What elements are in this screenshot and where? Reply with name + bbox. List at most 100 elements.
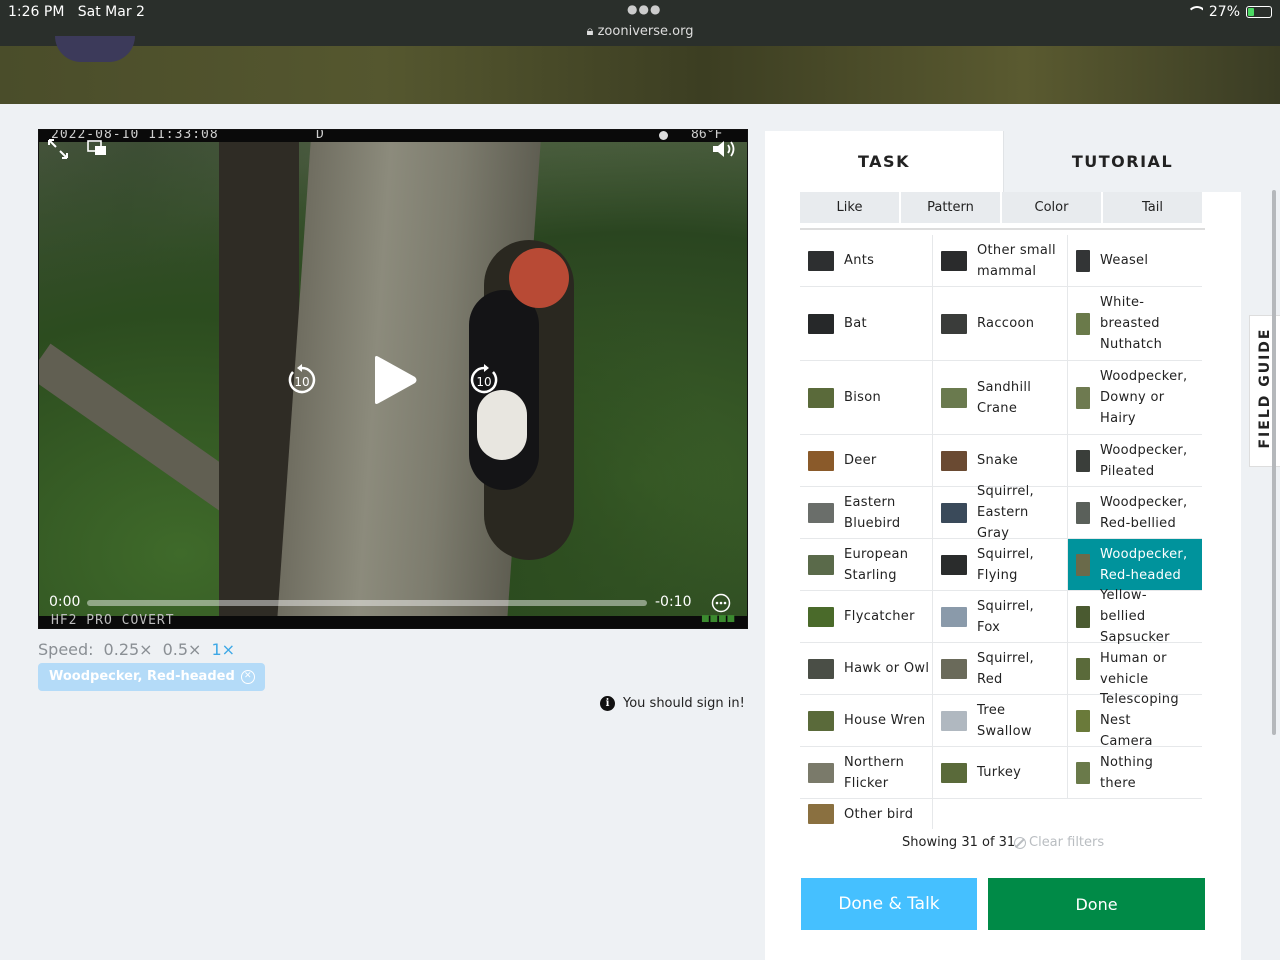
species-choice[interactable]: Turkey <box>933 747 1068 799</box>
tab-menu-dots-icon[interactable]: ●●● <box>627 2 661 16</box>
filter-pattern[interactable]: Pattern <box>901 192 1002 223</box>
species-thumbnail-icon <box>941 762 967 783</box>
species-choice-label: Raccoon <box>977 316 1035 331</box>
species-choice[interactable]: Squirrel, Flying <box>933 539 1068 591</box>
species-choice[interactable]: Bison <box>800 361 933 435</box>
species-choice[interactable]: Bat <box>800 287 933 361</box>
species-choice[interactable]: Yellow-bellied Sapsucker <box>1068 588 1202 645</box>
play-icon[interactable] <box>369 355 419 405</box>
tab-tutorial[interactable]: TUTORIAL <box>1003 131 1241 192</box>
page-scrollbar[interactable] <box>1272 190 1276 735</box>
status-time: 1:26 PM Sat Mar 2 <box>8 4 145 20</box>
species-choice-label: Yellow-bellied Sapsucker <box>1100 588 1170 645</box>
species-thumbnail-icon <box>808 606 834 627</box>
info-icon: i <box>600 696 615 711</box>
species-choice-label: Squirrel, Red <box>977 650 1034 687</box>
filter-color[interactable]: Color <box>1002 192 1103 223</box>
species-choice[interactable]: European Starling <box>800 539 933 591</box>
tab-task[interactable]: TASK <box>765 131 1003 192</box>
species-choice-label: Weasel <box>1100 253 1149 268</box>
camera-flag: D <box>316 129 324 142</box>
current-time: 0:00 <box>49 594 81 610</box>
species-choice[interactable]: Nothing there <box>1068 747 1202 799</box>
species-choice[interactable]: Hawk or Owl <box>800 643 933 695</box>
species-choice-label: Deer <box>844 453 877 468</box>
species-choice[interactable]: Snake <box>933 435 1068 487</box>
done-and-talk-button[interactable]: Done & Talk <box>801 878 977 930</box>
more-options-icon[interactable] <box>711 593 731 613</box>
species-choice[interactable]: Squirrel, Eastern Gray <box>933 484 1068 541</box>
species-thumbnail-icon <box>1076 312 1090 335</box>
species-choice[interactable]: Sandhill Crane <box>933 361 1068 435</box>
species-thumbnail-icon <box>808 804 834 824</box>
camera-timestamp: 2022-08-10 11:33:08 <box>51 129 219 142</box>
species-choice[interactable]: Deer <box>800 435 933 487</box>
species-thumbnail-icon <box>1076 553 1090 576</box>
species-choice[interactable]: Flycatcher <box>800 591 933 643</box>
species-choice-label: Eastern Bluebird <box>844 494 901 531</box>
clear-filters-link[interactable]: Clear filters <box>1014 835 1104 850</box>
species-thumbnail-icon <box>808 710 834 731</box>
volume-icon[interactable] <box>711 138 739 160</box>
species-choice-label: Bison <box>844 390 881 405</box>
filter-tail[interactable]: Tail <box>1103 192 1202 223</box>
species-choice[interactable]: Woodpecker, Pileated <box>1068 435 1202 487</box>
species-choice[interactable]: Telescoping Nest Camera <box>1068 692 1202 749</box>
species-thumbnail-icon <box>941 658 967 679</box>
species-choice-label: Woodpecker, Downy or Hairy <box>1100 369 1188 426</box>
species-choice[interactable]: Eastern Bluebird <box>800 487 933 539</box>
species-choice-label: Nothing there <box>1100 754 1154 791</box>
species-choice-label: Turkey <box>977 765 1022 780</box>
picture-in-picture-icon[interactable] <box>87 140 107 156</box>
species-choice[interactable]: Tree Swallow <box>933 695 1068 747</box>
species-choice[interactable]: Ants <box>800 235 933 287</box>
species-thumbnail-icon <box>941 313 967 334</box>
species-thumbnail-icon <box>1076 249 1090 272</box>
results-count: Showing 31 of 31 <box>902 835 1016 850</box>
species-thumbnail-icon <box>941 554 967 575</box>
species-thumbnail-icon <box>941 387 967 408</box>
subject-video-player[interactable]: 2022-08-10 11:33:08 D 86°F 10 10 0:00 -0… <box>38 129 748 629</box>
replay-10-icon[interactable]: 10 <box>285 363 319 397</box>
species-choice[interactable]: Human or vehicle <box>1068 643 1202 695</box>
species-choice-label: House Wren <box>844 713 926 728</box>
species-choice[interactable]: Squirrel, Red <box>933 643 1068 695</box>
playback-scrubber[interactable] <box>87 600 647 606</box>
species-choice[interactable]: Other bird <box>800 799 933 829</box>
speed-option-selected[interactable]: 1× <box>211 640 235 659</box>
species-choice[interactable]: Northern Flicker <box>800 747 933 799</box>
species-choice[interactable]: Squirrel, Fox <box>933 591 1068 643</box>
forward-10-icon[interactable]: 10 <box>467 363 501 397</box>
species-choice[interactable]: Weasel <box>1068 235 1202 287</box>
species-choice-label: Squirrel, Flying <box>977 546 1034 583</box>
species-thumbnail-icon <box>941 606 967 627</box>
status-right: 27% <box>1186 4 1272 20</box>
species-choice[interactable]: Woodpecker, Red-bellied <box>1068 487 1202 539</box>
remove-chip-icon[interactable]: ✕ <box>240 670 255 684</box>
species-choice[interactable]: Raccoon <box>933 287 1068 361</box>
species-thumbnail-icon <box>808 554 834 575</box>
camera-overlay-top: 2022-08-10 11:33:08 D 86°F <box>39 130 747 142</box>
filter-bar: Like Pattern Color Tail <box>800 192 1202 223</box>
species-choice[interactable]: White-breasted Nuthatch <box>1068 287 1202 361</box>
fullscreen-icon[interactable] <box>47 138 69 160</box>
species-choice[interactable]: House Wren <box>800 695 933 747</box>
species-choice-label: Woodpecker, Red-headed <box>1100 546 1188 583</box>
speed-option[interactable]: 0.25× <box>104 640 153 659</box>
species-thumbnail-icon <box>808 250 834 271</box>
species-choice[interactable]: Woodpecker, Downy or Hairy <box>1068 361 1202 435</box>
species-choice-selected[interactable]: Woodpecker, Red-headed <box>1068 539 1202 591</box>
species-choice-label: Flycatcher <box>844 609 915 624</box>
wifi-icon <box>1186 6 1203 18</box>
filter-like[interactable]: Like <box>800 192 901 223</box>
species-thumbnail-icon <box>1076 761 1090 784</box>
species-choice[interactable]: Other small mammal <box>933 235 1068 287</box>
selected-species-chip[interactable]: Woodpecker, Red-headed ✕ <box>38 663 265 691</box>
ban-icon <box>1014 836 1026 849</box>
address-bar[interactable]: 🔒︎ zooniverse.org <box>0 24 1280 39</box>
species-thumbnail-icon <box>941 502 967 523</box>
speed-option[interactable]: 0.5× <box>163 640 202 659</box>
browser-status-bar: 1:26 PM Sat Mar 2 ●●● 🔒︎ zooniverse.org … <box>0 0 1280 46</box>
done-button[interactable]: Done <box>988 878 1205 930</box>
species-choice-label: Squirrel, Fox <box>977 598 1034 635</box>
